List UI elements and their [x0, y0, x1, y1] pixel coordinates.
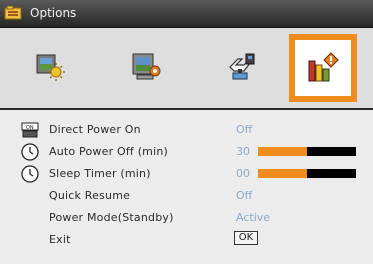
auto-power-off-slider-fill	[258, 147, 307, 156]
menu-item-power-mode[interactable]: Power Mode(Standby) Active	[0, 208, 373, 228]
menu-item-auto-power-off[interactable]: Auto Power Off (min) 30	[0, 142, 373, 162]
power-mode-value[interactable]: Active	[236, 211, 270, 224]
menu-item-exit[interactable]: Exit OK	[0, 230, 373, 250]
exit-label: Exit	[49, 233, 71, 246]
tab-bar	[0, 28, 373, 108]
ok-button[interactable]: OK	[234, 231, 258, 245]
options-osd-menu: Options ON Direct Power On Off Auto Powe…	[0, 0, 373, 264]
direct-power-on-label: Direct Power On	[49, 123, 141, 136]
quick-resume-value[interactable]: Off	[236, 189, 252, 202]
options-menu-list: ON Direct Power On Off Auto Power Off (m…	[0, 110, 373, 264]
sleep-timer-label: Sleep Timer (min)	[49, 167, 151, 180]
title-bar: Options	[0, 0, 373, 28]
clock-icon	[20, 142, 40, 162]
auto-power-off-label: Auto Power Off (min)	[49, 145, 169, 158]
tab-options[interactable]	[289, 34, 357, 102]
direct-power-on-value[interactable]: Off	[236, 123, 252, 136]
sleep-timer-slider[interactable]	[258, 169, 356, 178]
svg-text:ON: ON	[26, 125, 34, 131]
window-title: Options	[30, 6, 77, 20]
menu-item-sleep-timer[interactable]: Sleep Timer (min) 00	[0, 164, 373, 184]
power-mode-label: Power Mode(Standby)	[49, 211, 174, 224]
menu-item-direct-power-on[interactable]: ON Direct Power On Off	[0, 120, 373, 140]
on-switch-icon: ON	[20, 120, 40, 140]
tab-display[interactable]	[115, 36, 177, 98]
menu-item-quick-resume[interactable]: Quick Resume Off	[0, 186, 373, 206]
auto-power-off-slider[interactable]	[258, 147, 356, 156]
clock-icon	[20, 164, 40, 184]
quick-resume-label: Quick Resume	[49, 189, 131, 202]
tab-setup[interactable]	[210, 36, 272, 98]
options-folder-icon	[4, 5, 24, 26]
tab-image[interactable]	[20, 36, 82, 98]
sleep-timer-value: 00	[236, 167, 250, 180]
sleep-timer-slider-fill	[258, 169, 307, 178]
auto-power-off-value: 30	[236, 145, 250, 158]
